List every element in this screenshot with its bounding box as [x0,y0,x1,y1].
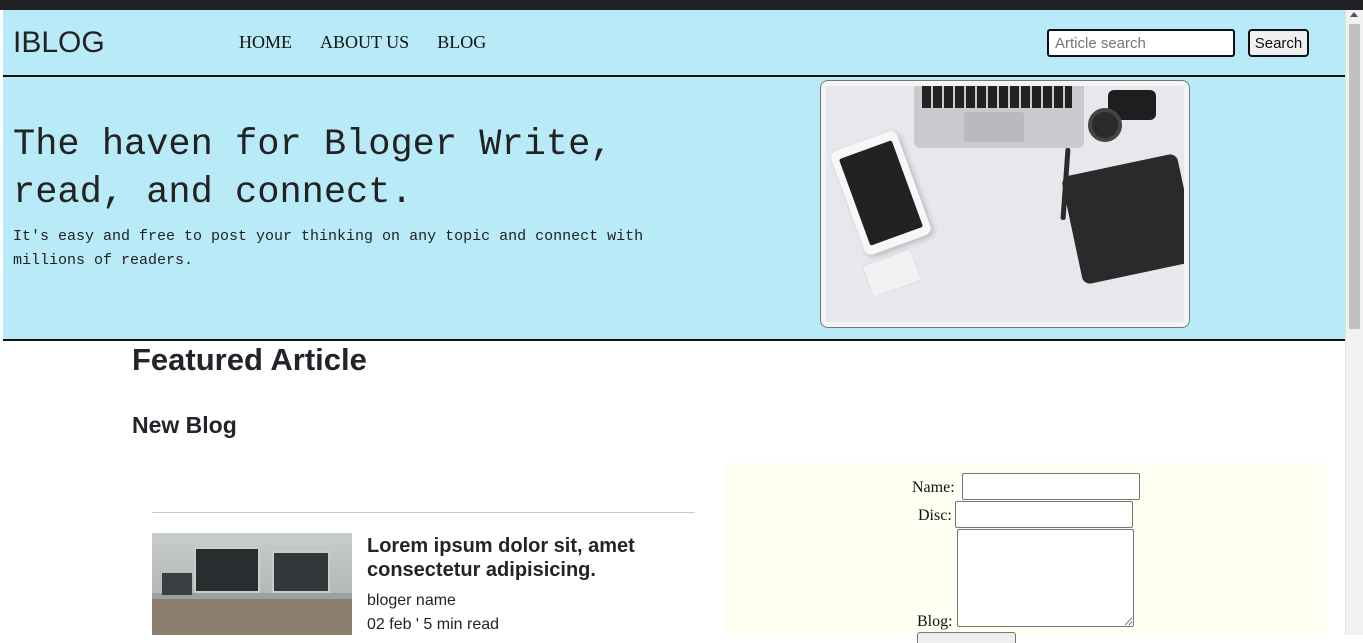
blog-label: Blog: [917,613,953,630]
new-blog-form: Name: Disc: Blog: [725,463,1327,643]
tablet-shape [829,129,933,257]
nav-links: HOME ABOUT US BLOG [239,32,486,53]
blog-textarea[interactable] [957,529,1134,627]
card-shape [861,248,923,298]
article-title[interactable]: Lorem ipsum dolor sit, amet consectetur … [367,534,687,582]
drawing-tablet-shape [1060,152,1184,286]
disc-label: Disc: [918,507,952,524]
hero-subtitle: It's easy and free to post your thinking… [13,228,644,269]
hero-section: The haven for Bloger Write, read, and co… [3,77,1346,341]
new-blog-heading: New Blog [132,412,237,438]
name-label: Name: [912,479,955,496]
featured-article-heading: Featured Article [132,342,367,377]
name-field[interactable] [962,473,1140,500]
camera-shape [1088,90,1158,142]
navbar: IBLOG HOME ABOUT US BLOG Search [3,10,1346,77]
nav-link-about-us[interactable]: ABOUT US [320,32,409,53]
article-search-input[interactable] [1047,29,1235,57]
form-next-control[interactable] [917,632,1016,643]
article-thumbnail[interactable] [152,533,352,635]
scrollbar-thumb[interactable] [1349,24,1360,329]
laptop-shape [914,86,1084,148]
search-button[interactable]: Search [1248,29,1309,57]
hero-image-frame [820,80,1190,328]
nav-link-blog[interactable]: BLOG [437,32,486,53]
scroll-up-arrow-icon[interactable] [1350,12,1358,17]
article-author: bloger name [367,592,456,609]
article-meta: 02 feb ' 5 min read [367,616,500,633]
hero-title: The haven for Bloger Write, read, and co… [13,124,613,214]
hero-desk-image [826,86,1184,322]
article-divider [152,512,695,513]
brand-logo[interactable]: IBLOG [13,26,105,60]
browser-top-strip [0,0,1363,10]
page-scrollbar[interactable] [1345,10,1363,635]
disc-field[interactable] [955,501,1133,528]
nav-link-home[interactable]: HOME [239,32,292,53]
